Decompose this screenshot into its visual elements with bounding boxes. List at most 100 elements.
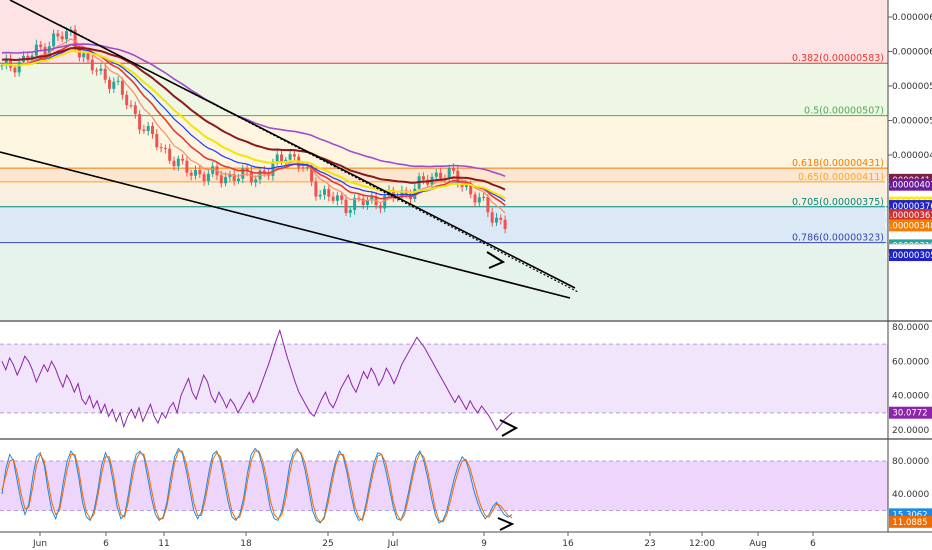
candle-body — [189, 172, 193, 176]
rsi-band — [0, 344, 888, 413]
candle-body — [206, 173, 210, 182]
price-axis-tick-4: 0.00000450 — [892, 151, 932, 161]
stoch-axis-tick-1: 40.0000 — [892, 490, 929, 500]
candle-body — [168, 148, 172, 161]
date-tick-5: Jul — [387, 539, 399, 549]
date-tick-6: 9 — [481, 539, 487, 549]
candle-body — [198, 169, 202, 175]
candle-body — [112, 81, 116, 89]
candle-body — [155, 134, 159, 148]
candle-body — [490, 212, 494, 223]
candle-body — [13, 67, 17, 73]
candle-body — [288, 154, 292, 160]
candle-body — [331, 196, 335, 201]
candle-body — [301, 167, 305, 169]
arrow-stoch — [497, 517, 515, 531]
candle-body — [146, 126, 150, 132]
fib-zone-705-786 — [0, 206, 888, 243]
chart-root: 0.382(0.00000583) 0.5(0.00000507) 0.618(0.… — [0, 0, 932, 550]
fib-label-5: 0.786(0.00000323) — [792, 233, 884, 244]
candle-body — [125, 94, 129, 106]
price-axis-tick-3: 0.00000500 — [892, 117, 932, 127]
candle-body — [439, 172, 443, 179]
stoch-band — [0, 461, 888, 511]
rsi-axis-tick-2: 40.0000 — [892, 392, 929, 402]
candle-body — [378, 205, 382, 209]
candle-body — [335, 195, 339, 201]
price-badge-text-1: 0.00000407 — [884, 181, 932, 191]
candle-body — [318, 194, 322, 197]
candle-body — [219, 175, 223, 184]
candle-body — [172, 160, 176, 167]
candle-body — [34, 44, 38, 56]
candle-body — [86, 53, 90, 60]
candle-body — [211, 166, 215, 174]
candle-body — [52, 33, 56, 47]
candle-body — [495, 217, 498, 223]
date-tick-9: 12:00 — [689, 539, 715, 549]
candle-body — [249, 171, 253, 183]
fib-label-4: 0.705(0.00000375) — [792, 197, 884, 208]
candle-body — [275, 154, 279, 162]
candle-body — [280, 154, 283, 162]
candle-body — [181, 158, 185, 161]
price-axis-tick-2: 0.00000550 — [892, 82, 932, 92]
candle-body — [477, 197, 481, 203]
fib-label-3: 0.65(0.00000411) — [798, 172, 884, 183]
fib-zone-top — [0, 0, 888, 64]
candle-body — [176, 158, 180, 167]
candle-body — [202, 174, 206, 182]
fib-label-2: 0.618(0.00000431) — [792, 158, 884, 169]
date-tick-11: 6 — [810, 539, 816, 549]
candle-body — [159, 147, 163, 149]
fib-zone-bottom — [0, 242, 888, 320]
candle-body — [151, 126, 154, 135]
candle-body — [17, 61, 21, 73]
price-badge-text-8: 0.00000305 — [884, 251, 932, 261]
candle-body — [499, 217, 503, 220]
candle-body — [142, 129, 146, 132]
candle-body — [469, 185, 473, 195]
date-tick-7: 16 — [562, 539, 574, 549]
candle-body — [434, 172, 438, 177]
fib-label-0: 0.382(0.00000583) — [792, 53, 884, 64]
candle-body — [323, 189, 326, 195]
candle-body — [305, 167, 309, 169]
candle-body — [163, 147, 167, 149]
candle-body — [138, 114, 142, 130]
date-tick-4: 25 — [322, 539, 333, 549]
fib-zone-382-500 — [0, 63, 888, 116]
candle-body — [344, 199, 348, 213]
candle-body — [56, 33, 60, 37]
date-tick-2: 11 — [158, 539, 169, 549]
candle-body — [452, 168, 455, 171]
candle-body — [237, 178, 240, 182]
date-tick-3: 18 — [240, 539, 252, 549]
candle-body — [185, 160, 189, 173]
candle-body — [271, 161, 275, 176]
candle-body — [116, 80, 120, 82]
date-tick-8: 23 — [644, 539, 655, 549]
candle-body — [108, 79, 111, 89]
candle-body — [486, 196, 490, 213]
candle-body — [120, 80, 124, 95]
candle-body — [327, 189, 331, 197]
date-tick-0: Jun — [32, 539, 47, 549]
candle-body — [482, 196, 486, 198]
fib-zone-500-618 — [0, 115, 888, 169]
candle-body — [348, 209, 352, 213]
candle-body — [292, 154, 296, 157]
date-tick-10: Aug — [749, 539, 767, 549]
candle-body — [133, 105, 137, 115]
fib-label-1: 0.5(0.00000507) — [804, 106, 884, 117]
stoch-badge-d-text: 11.0885 — [892, 518, 927, 528]
candle-body — [95, 70, 99, 72]
candle-body — [224, 177, 228, 184]
rsi-badge-text: 30.0772 — [892, 409, 927, 419]
candle-body — [340, 195, 344, 200]
candle-body — [129, 105, 133, 107]
candle-body — [254, 179, 258, 183]
candle-body — [39, 44, 43, 48]
date-tick-1: 6 — [103, 539, 109, 549]
candle-body — [464, 185, 468, 187]
